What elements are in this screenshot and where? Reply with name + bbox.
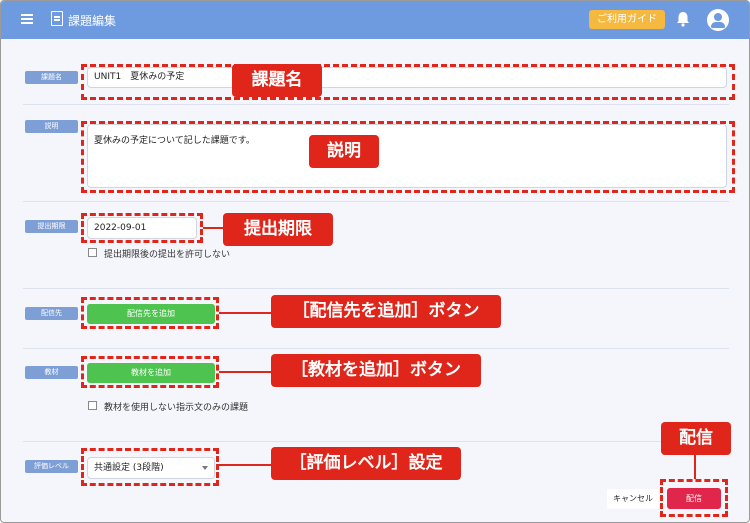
add-material-button[interactable]: 教材を追加 <box>87 363 215 383</box>
material-connector <box>219 371 271 373</box>
description-label: 説明 <box>25 120 78 133</box>
hamburger-icon[interactable] <box>21 14 33 24</box>
add-destination-button[interactable]: 配信先を追加 <box>87 304 215 324</box>
no-material-label: 教材を使用しない指示文のみの課題 <box>104 403 249 413</box>
publish-button[interactable]: 配信 <box>667 488 721 509</box>
app-bar: 課題編集 ご利用ガイド <box>1 1 749 39</box>
description-callout: 説明 <box>309 135 379 168</box>
title-callout: 課題名 <box>232 64 322 97</box>
grading-select[interactable]: 共通設定 (3段階) <box>87 457 215 479</box>
grading-callout: ［評価レベル］設定 <box>271 447 461 480</box>
add-material-callout: ［教材を追加］ボタン <box>271 354 481 387</box>
late-submission-checkbox[interactable] <box>88 248 97 257</box>
document-icon <box>51 11 63 26</box>
page-title: 課題編集 <box>68 14 117 28</box>
no-material-checkbox[interactable] <box>88 401 97 410</box>
section-divider <box>23 104 729 105</box>
deadline-connector <box>203 227 223 229</box>
bell-icon[interactable] <box>676 11 690 27</box>
material-label: 教材 <box>25 366 78 379</box>
title-input[interactable]: UNIT1 夏休みの予定 <box>87 67 727 88</box>
section-divider <box>23 348 729 349</box>
guide-button[interactable]: ご利用ガイド <box>589 10 665 29</box>
cancel-button[interactable]: キャンセル <box>607 489 659 509</box>
section-divider <box>23 288 729 289</box>
destination-label: 配信先 <box>25 307 78 320</box>
chevron-down-icon <box>202 466 208 470</box>
account-icon[interactable] <box>707 9 729 31</box>
deadline-label: 提出期限 <box>25 220 78 233</box>
deadline-callout: 提出期限 <box>223 213 333 246</box>
section-divider <box>23 441 729 442</box>
grading-label: 評価レベル <box>25 460 78 473</box>
destination-connector <box>219 312 271 314</box>
description-textarea[interactable]: 夏休みの予定について記した課題です。 <box>87 124 727 188</box>
publish-callout: 配信 <box>661 422 731 455</box>
deadline-input[interactable]: 2022-09-01 <box>87 217 197 239</box>
add-destination-callout: ［配信先を追加］ボタン <box>271 295 501 328</box>
title-label: 課題名 <box>25 71 78 84</box>
editor-window: 課題編集 ご利用ガイド 課題名 UNIT1 夏休みの予定 課題名 説明 夏休みの… <box>0 0 750 523</box>
section-divider <box>23 201 729 202</box>
grading-connector <box>219 464 271 466</box>
late-submission-label: 提出期限後の提出を許可しない <box>104 250 231 260</box>
publish-connector <box>694 455 696 479</box>
